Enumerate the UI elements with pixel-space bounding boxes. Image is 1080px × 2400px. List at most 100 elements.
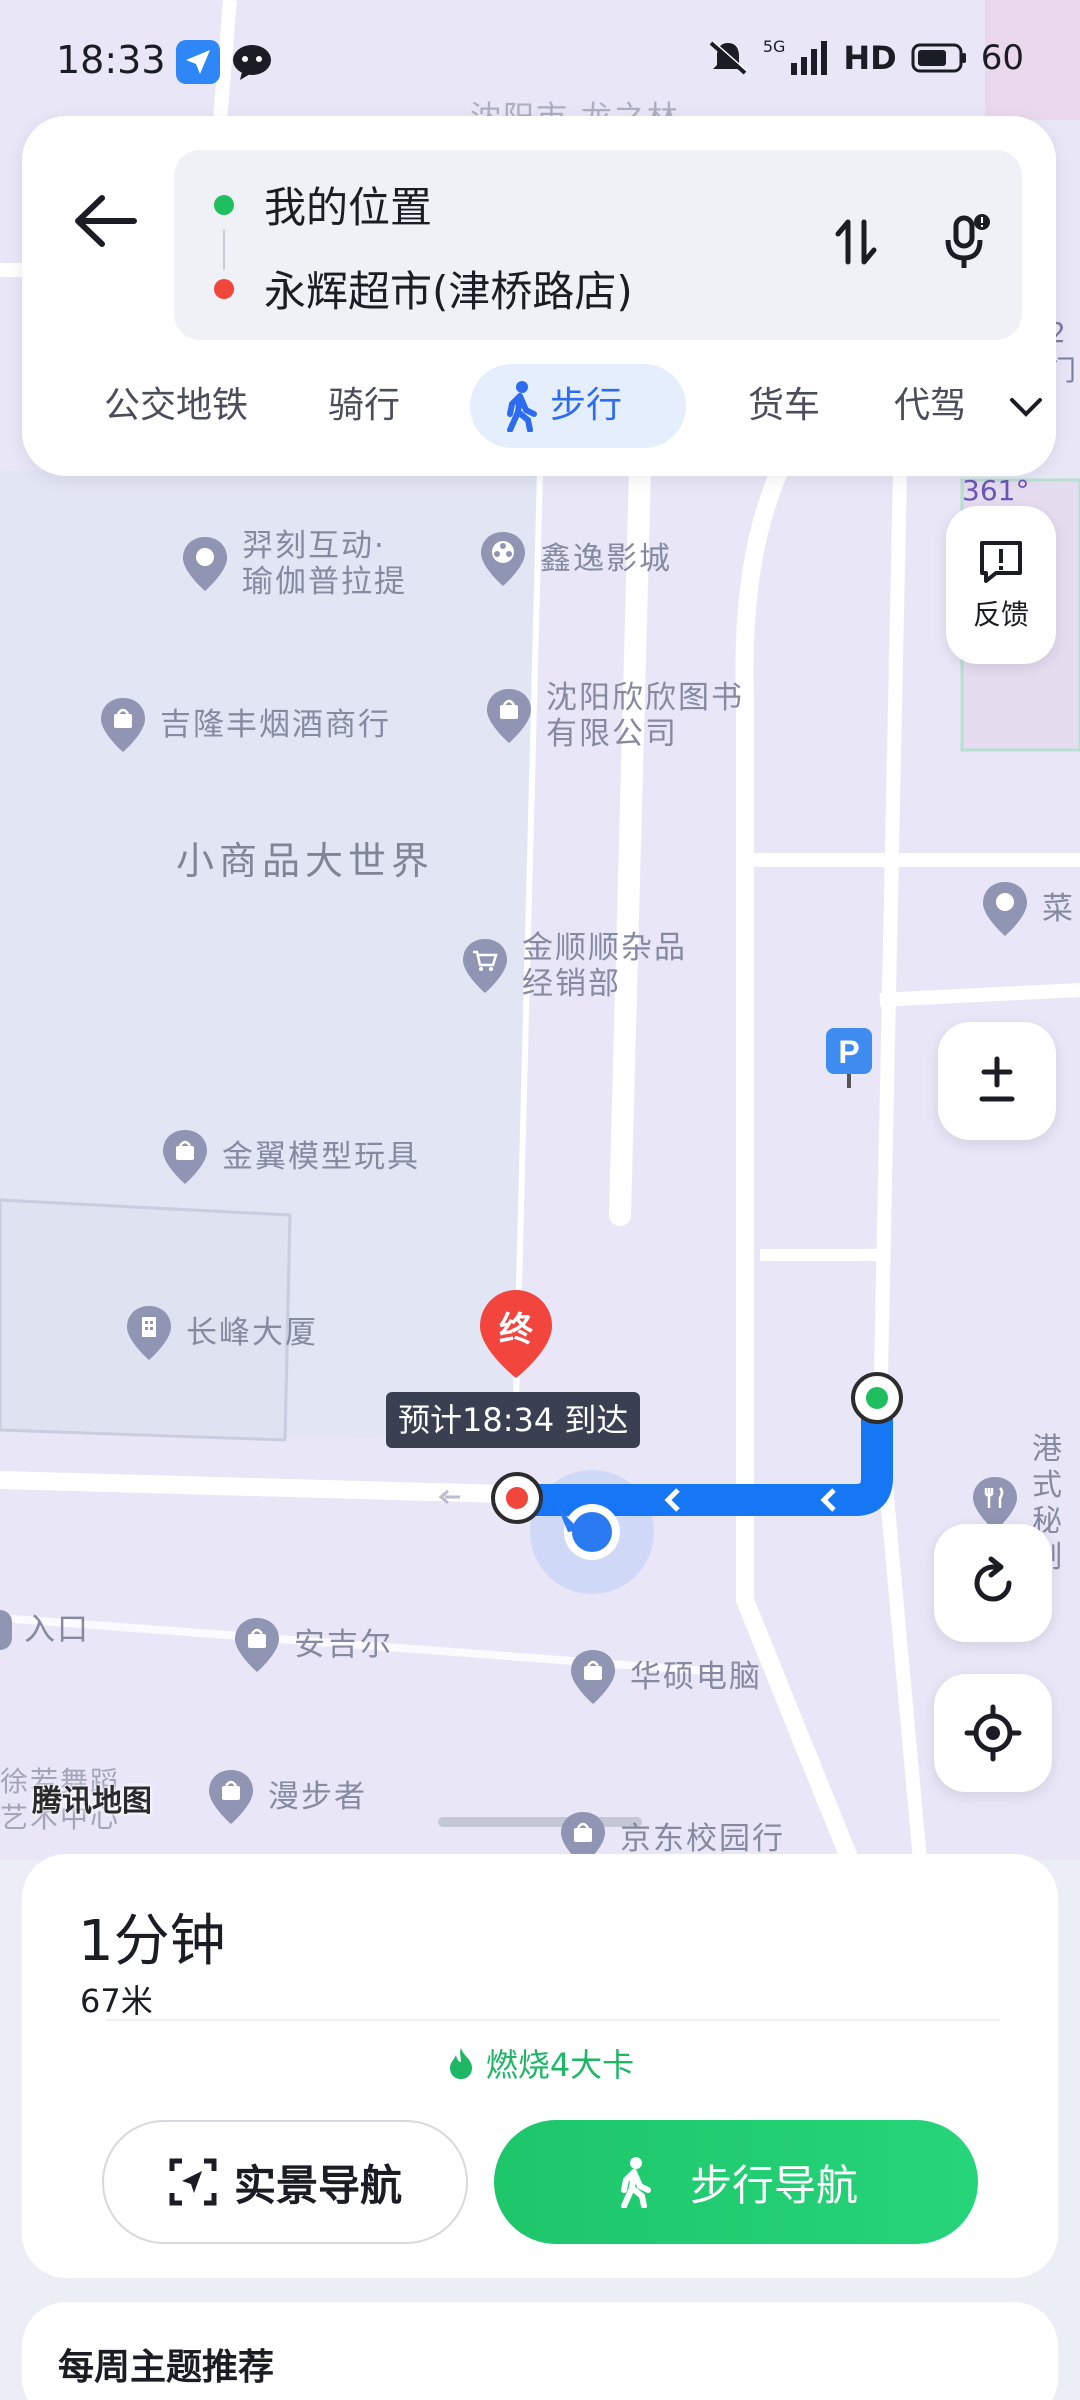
destination-marker[interactable]: 终 xyxy=(478,1288,554,1380)
calorie-info: 燃烧4大卡 xyxy=(22,2040,1058,2086)
walking-person-icon xyxy=(507,381,537,432)
feedback-label: 反馈 xyxy=(972,598,1029,631)
tab-cycling[interactable]: 骑行 xyxy=(328,364,400,448)
shopping-cart-icon xyxy=(460,937,510,995)
travel-mode-tabs: 公交地铁 骑行 步行 货车 代驾 xyxy=(62,364,1042,448)
route-distance: 67米 xyxy=(80,1982,153,2020)
input-actions xyxy=(826,212,996,272)
microphone-icon[interactable] xyxy=(936,212,996,272)
poi-label: 鑫逸影城 xyxy=(540,541,672,577)
poi-label: 吉隆丰烟酒商行 xyxy=(160,707,391,743)
walking-navigation-button[interactable]: 步行导航 xyxy=(494,2120,978,2244)
shopping-bag-icon xyxy=(558,1810,608,1860)
weekly-recommendation-card[interactable]: 每周主题推荐 xyxy=(22,2302,1058,2400)
poi-grocery[interactable]: 金顺顺杂品 经销部 xyxy=(460,930,687,1002)
network-type: 5G xyxy=(762,36,786,56)
poi-yoga[interactable]: 羿刻互动· 瑜伽普拉提 xyxy=(180,528,407,600)
poi-label: 华硕电脑 xyxy=(630,1659,762,1695)
ar-navigation-button[interactable]: 实景导航 xyxy=(102,2120,468,2244)
destination-text: 永辉超市(津桥路店) xyxy=(264,267,633,316)
crosshair-icon xyxy=(964,1704,1022,1762)
origin-dot-icon xyxy=(214,194,234,215)
back-button[interactable] xyxy=(52,166,162,276)
poi-label: 沈阳欣欣图书 有限公司 xyxy=(546,680,744,752)
poi-angel[interactable]: 安吉尔 xyxy=(232,1616,393,1674)
poi-right-edge[interactable]: 菜 xyxy=(980,880,1075,938)
entrance-label: 入口 xyxy=(24,1612,90,1648)
building-icon xyxy=(124,1304,174,1362)
poi-model-toys[interactable]: 金翼模型玩具 xyxy=(160,1128,420,1186)
route-card: 我的位置 永辉超市(津桥路店) 公交地铁 骑行 步行 货车 代驾 xyxy=(22,116,1056,476)
calorie-text: 燃烧4大卡 xyxy=(485,2046,635,2084)
route-duration: 1分钟 xyxy=(78,1909,226,1974)
navigation-arrow-icon xyxy=(176,40,220,84)
poi-label: 菜 xyxy=(1042,891,1075,927)
shopping-bag-icon xyxy=(568,1648,618,1706)
status-bar: 18:33 5G HD 60 xyxy=(0,0,1080,120)
divider xyxy=(106,2019,1000,2021)
chat-bubble-icon xyxy=(230,42,274,82)
weekly-title: 每周主题推荐 xyxy=(58,2347,275,2388)
walking-person-icon xyxy=(620,2157,651,2208)
status-right: 5G HD 60 xyxy=(707,36,1024,78)
zoom-button[interactable] xyxy=(938,1022,1056,1140)
route-inputs: 我的位置 永辉超市(津桥路店) xyxy=(174,150,1022,340)
refresh-icon xyxy=(974,1556,1012,1602)
walking-navigation-label: 步行导航 xyxy=(689,2160,858,2210)
tab-truck[interactable]: 货车 xyxy=(748,364,820,448)
poi-label: 羿刻互动· 瑜伽普拉提 xyxy=(242,528,407,600)
entrance-marker: 入口 xyxy=(0,1610,90,1650)
tab-walking-label: 步行 xyxy=(550,385,623,426)
poi-bookstore[interactable]: 沈阳欣欣图书 有限公司 xyxy=(484,680,744,752)
poi-label: 金顺顺杂品 经销部 xyxy=(522,930,687,1002)
shopping-bag-icon xyxy=(484,687,534,745)
shopping-bag-icon xyxy=(232,1616,282,1674)
map-watermark: 腾讯地图 xyxy=(32,1784,152,1819)
plus-minus-icon xyxy=(979,1056,1015,1102)
locate-me-button[interactable] xyxy=(934,1674,1052,1792)
temp-badge: 361° xyxy=(962,474,1029,507)
location-pin-icon xyxy=(180,535,230,593)
status-time: 18:33 xyxy=(56,38,166,82)
ar-navigation-label: 实景导航 xyxy=(233,2160,402,2210)
swap-icon[interactable] xyxy=(826,212,886,272)
poi-label: 安吉尔 xyxy=(294,1627,393,1663)
poi-label: 长峰大厦 xyxy=(186,1315,318,1351)
destination-field[interactable]: 永辉超市(津桥路店) xyxy=(214,258,633,319)
route-summary-sheet: 1分钟 67米 燃烧4大卡 实景导航 步行导航 xyxy=(22,1854,1058,2278)
poi-label: 京东校园行 xyxy=(620,1821,785,1857)
poi-label: 漫步者 xyxy=(268,1779,367,1815)
hd-indicator: HD xyxy=(843,39,897,77)
area-label: 小商品大世界 xyxy=(176,839,435,883)
signal-icon xyxy=(791,41,828,75)
poi-tobacco-shop[interactable]: 吉隆丰烟酒商行 xyxy=(98,696,391,754)
poi-changfeng-building[interactable]: 长峰大厦 xyxy=(124,1304,318,1362)
feedback-button[interactable]: 反馈 xyxy=(946,506,1056,664)
film-reel-icon xyxy=(478,530,528,588)
origin-text: 我的位置 xyxy=(264,183,433,232)
mute-icon xyxy=(709,40,748,75)
flame-icon xyxy=(449,2048,472,2079)
chevron-down-icon[interactable] xyxy=(1006,386,1046,426)
battery-icon xyxy=(911,43,966,73)
poi-cinema[interactable]: 鑫逸影城 xyxy=(478,530,672,588)
svg-text:P: P xyxy=(838,1034,859,1070)
entrance-pin-icon xyxy=(0,1610,12,1650)
tab-walking[interactable]: 步行 xyxy=(470,364,686,448)
arrow-left-icon xyxy=(75,195,137,247)
poi-label: 金翼模型玩具 xyxy=(222,1139,420,1175)
parking-icon[interactable]: P xyxy=(826,1028,872,1092)
origin-field[interactable]: 我的位置 xyxy=(214,174,432,235)
tab-transit[interactable]: 公交地铁 xyxy=(104,364,248,448)
ar-scan-icon xyxy=(169,2158,217,2206)
tab-designated-driver[interactable]: 代驾 xyxy=(894,364,966,448)
feedback-icon xyxy=(980,541,1022,583)
poi-jd-campus[interactable]: 京东校园行 xyxy=(558,1810,785,1860)
destination-dot-icon xyxy=(214,278,234,299)
refresh-button[interactable] xyxy=(934,1524,1052,1642)
shopping-bag-icon xyxy=(98,696,148,754)
shopping-bag-icon xyxy=(206,1768,256,1826)
poi-asus[interactable]: 华硕电脑 xyxy=(568,1648,762,1706)
poi-edifier[interactable]: 漫步者 xyxy=(206,1768,367,1826)
location-pin-icon xyxy=(980,880,1030,938)
